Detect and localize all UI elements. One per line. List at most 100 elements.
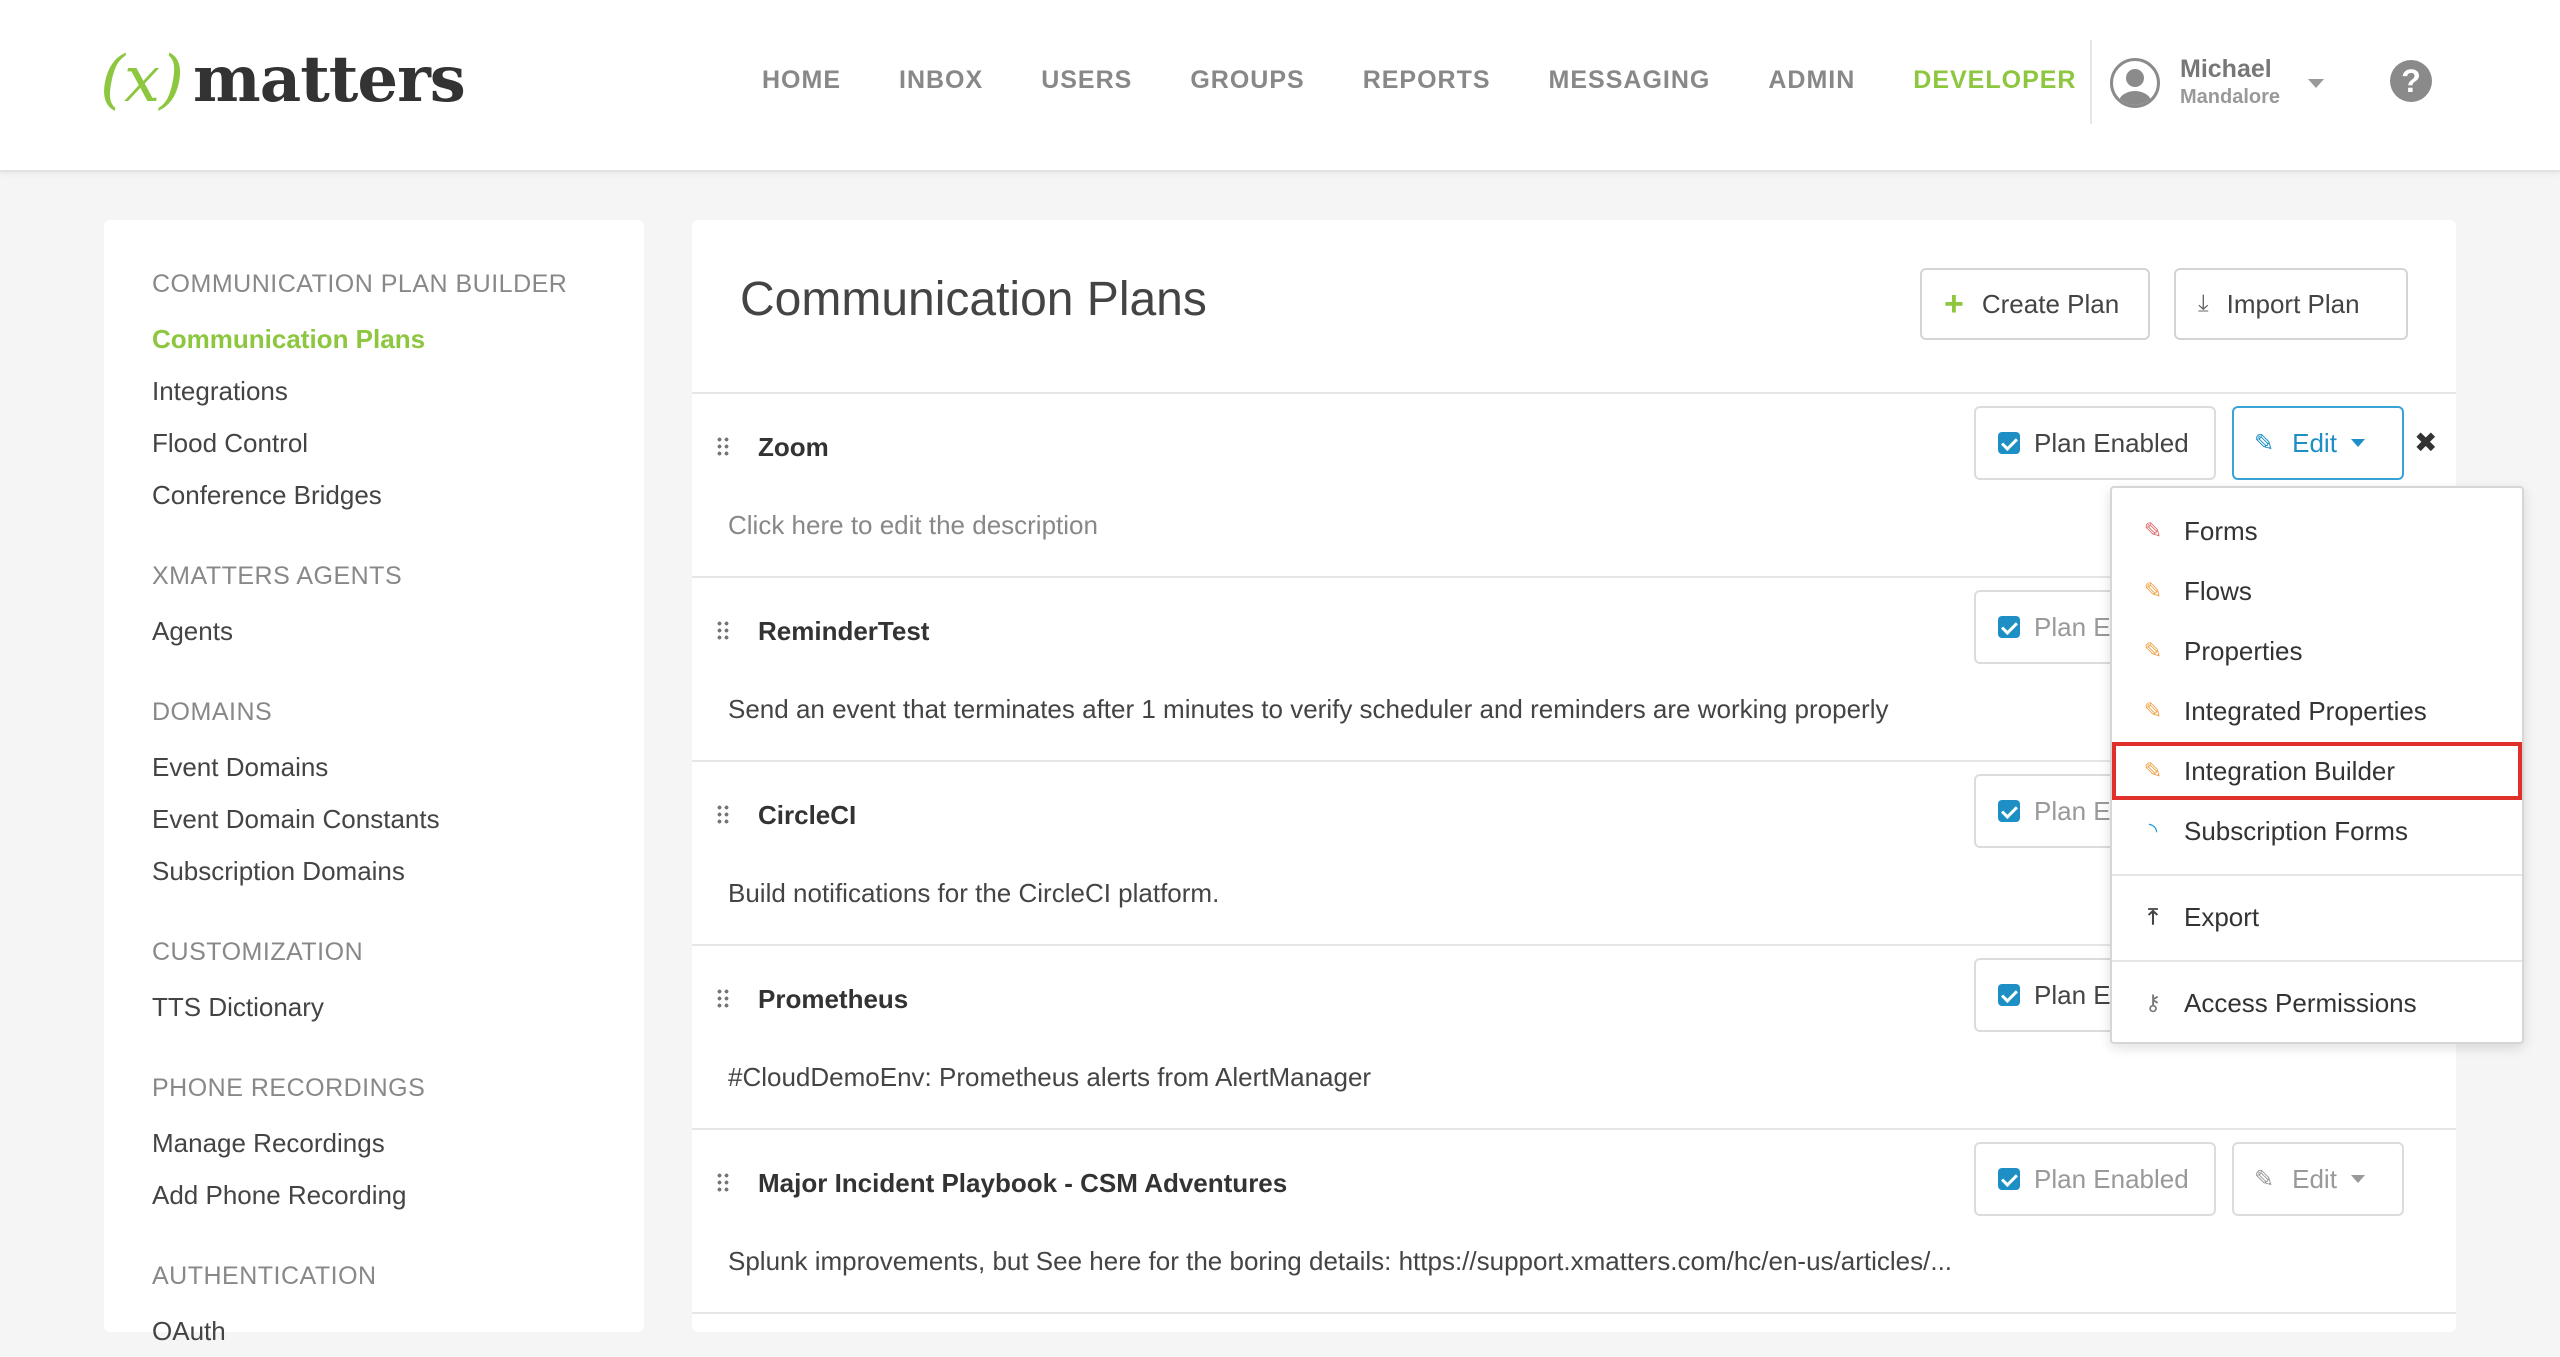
sidebar-heading: PHONE RECORDINGS: [152, 1074, 426, 1102]
menu-item-subscription-forms[interactable]: ◝ Subscription Forms: [2112, 802, 2522, 860]
sidebar-item-tts-dictionary[interactable]: TTS Dictionary: [152, 981, 363, 1033]
plan-description[interactable]: Splunk improvements, but See here for th…: [728, 1246, 1952, 1277]
menu-item-label: Integrated Properties: [2184, 695, 2427, 726]
menu-divider: [2112, 874, 2522, 876]
xmatters-logo[interactable]: (x) matters: [100, 42, 466, 122]
pencil-icon: ✎: [2143, 578, 2163, 603]
sidebar-item-conference-bridges[interactable]: Conference Bridges: [152, 469, 567, 521]
sidebar-group-agents: XMATTERS AGENTS Agents: [152, 562, 402, 657]
drag-handle-icon[interactable]: [716, 988, 730, 1010]
sidebar-item-integrations[interactable]: Integrations: [152, 365, 567, 417]
edit-dropdown-button[interactable]: ✎ Edit: [2232, 406, 2404, 480]
plan-name[interactable]: Zoom: [758, 432, 829, 463]
plan-description[interactable]: Send an event that terminates after 1 mi…: [728, 694, 1888, 725]
nav-inbox[interactable]: INBOX: [899, 66, 983, 95]
pencil-icon: ✎: [2143, 698, 2163, 723]
checkbox-checked-icon: [1998, 800, 2020, 822]
pencil-icon: ✎: [2254, 1165, 2275, 1193]
checkbox-checked-icon: [1998, 616, 2020, 638]
create-plan-button[interactable]: + Create Plan: [1920, 268, 2150, 340]
delete-icon[interactable]: ✖: [2414, 426, 2437, 459]
nav-admin[interactable]: ADMIN: [1768, 66, 1855, 95]
download-icon: ⤓: [2198, 290, 2209, 317]
edit-dropdown-menu: ✎ Forms ✎ Flows ✎ Properties ✎ Integrate…: [2110, 486, 2524, 1044]
sidebar-heading: DOMAINS: [152, 698, 273, 726]
sidebar-item-add-phone-recording[interactable]: Add Phone Recording: [152, 1169, 425, 1221]
sidebar-item-event-domains[interactable]: Event Domains: [152, 741, 440, 793]
plan-description[interactable]: #CloudDemoEnv: Prometheus alerts from Al…: [728, 1062, 1371, 1093]
key-icon: ⚷: [2144, 990, 2162, 1015]
menu-item-integrated-properties[interactable]: ✎ Integrated Properties: [2112, 682, 2522, 740]
plan-row: [692, 1312, 2456, 1332]
sidebar-item-agents[interactable]: Agents: [152, 605, 402, 657]
menu-item-label: Export: [2184, 901, 2260, 932]
sidebar-item-event-domain-constants[interactable]: Event Domain Constants: [152, 793, 440, 845]
sidebar-heading: AUTHENTICATION: [152, 1262, 377, 1290]
edit-dropdown-button[interactable]: ✎ Edit: [2232, 1142, 2404, 1216]
help-icon[interactable]: ?: [2390, 60, 2432, 102]
sidebar-group-customization: CUSTOMIZATION TTS Dictionary: [152, 938, 363, 1033]
plan-enabled-toggle[interactable]: Plan Enabled: [1974, 1142, 2216, 1216]
sidebar-item-manage-recordings[interactable]: Manage Recordings: [152, 1117, 425, 1169]
plan-enabled-label: Plan Enabled: [2034, 1163, 2189, 1194]
sidebar-item-communication-plans[interactable]: Communication Plans: [152, 313, 567, 365]
avatar-icon: [2110, 58, 2160, 108]
menu-item-label: Properties: [2184, 635, 2303, 666]
plan-enabled-label: Plan Enabled: [2034, 427, 2189, 458]
chevron-down-icon: [2308, 78, 2325, 88]
plan-name[interactable]: Major Incident Playbook - CSM Adventures: [758, 1168, 1287, 1199]
checkbox-checked-icon: [1998, 432, 2020, 454]
plan-name[interactable]: Prometheus: [758, 984, 908, 1015]
page-title: Communication Plans: [740, 273, 1207, 326]
form-pencil-icon: ✎: [2143, 518, 2163, 543]
plan-enabled-toggle[interactable]: Plan Enabled: [1974, 406, 2216, 480]
plan-description[interactable]: Click here to edit the description: [728, 510, 1098, 541]
logo-x: (x): [100, 43, 184, 117]
edit-label: Edit: [2292, 427, 2337, 458]
menu-item-forms[interactable]: ✎ Forms: [2112, 502, 2522, 560]
menu-item-access-permissions[interactable]: ⚷ Access Permissions: [2112, 974, 2522, 1032]
nav-users[interactable]: USERS: [1041, 66, 1132, 95]
import-plan-button[interactable]: ⤓ Import Plan: [2174, 268, 2408, 340]
chevron-down-icon: [2350, 1175, 2365, 1183]
pencil-icon: ✎: [2143, 758, 2163, 783]
plan-row: Major Incident Playbook - CSM Adventures…: [692, 1128, 2456, 1314]
drag-handle-icon[interactable]: [716, 804, 730, 826]
menu-item-export[interactable]: ⤒ Export: [2112, 888, 2522, 946]
plan-description[interactable]: Build notifications for the CircleCI pla…: [728, 878, 1219, 909]
menu-divider: [2112, 960, 2522, 962]
checkbox-checked-icon: [1998, 1168, 2020, 1190]
nav-groups[interactable]: GROUPS: [1190, 66, 1304, 95]
chevron-down-icon: [2350, 439, 2365, 447]
drag-handle-icon[interactable]: [716, 1172, 730, 1194]
sidebar-group-comm-plan-builder: COMMUNICATION PLAN BUILDER Communication…: [152, 270, 567, 521]
nav-reports[interactable]: REPORTS: [1363, 66, 1491, 95]
nav-divider: [2090, 40, 2092, 124]
menu-item-properties[interactable]: ✎ Properties: [2112, 622, 2522, 680]
drag-handle-icon[interactable]: [716, 620, 730, 642]
create-plan-label: Create Plan: [1981, 288, 2120, 319]
sidebar-item-subscription-domains[interactable]: Subscription Domains: [152, 845, 440, 897]
sidebar-group-phone-recordings: PHONE RECORDINGS Manage Recordings Add P…: [152, 1074, 425, 1221]
nav-developer[interactable]: DEVELOPER: [1913, 66, 2076, 95]
nav-home[interactable]: HOME: [762, 66, 841, 95]
menu-item-label: Forms: [2184, 515, 2258, 546]
rss-icon: ◝: [2148, 818, 2158, 843]
sidebar-group-authentication: AUTHENTICATION OAuth: [152, 1262, 377, 1357]
plan-enabled-label: Plan E: [2034, 795, 2111, 826]
menu-item-flows[interactable]: ✎ Flows: [2112, 562, 2522, 620]
menu-item-label: Integration Builder: [2184, 755, 2396, 786]
sidebar-item-flood-control[interactable]: Flood Control: [152, 417, 567, 469]
user-menu[interactable]: Michael Mandalore: [2110, 55, 2325, 111]
plan-name[interactable]: CircleCI: [758, 800, 856, 831]
pencil-icon: ✎: [2254, 429, 2275, 457]
nav-messaging[interactable]: MESSAGING: [1549, 66, 1711, 95]
menu-item-label: Subscription Forms: [2184, 815, 2408, 846]
menu-item-integration-builder[interactable]: ✎ Integration Builder: [2112, 742, 2522, 800]
user-names: Michael Mandalore: [2180, 55, 2280, 111]
main-nav: HOME INBOX USERS GROUPS REPORTS MESSAGIN…: [762, 66, 2134, 95]
sidebar-item-oauth[interactable]: OAuth: [152, 1305, 377, 1357]
edit-label: Edit: [2292, 1163, 2337, 1194]
drag-handle-icon[interactable]: [716, 436, 730, 458]
plan-name[interactable]: ReminderTest: [758, 616, 929, 647]
